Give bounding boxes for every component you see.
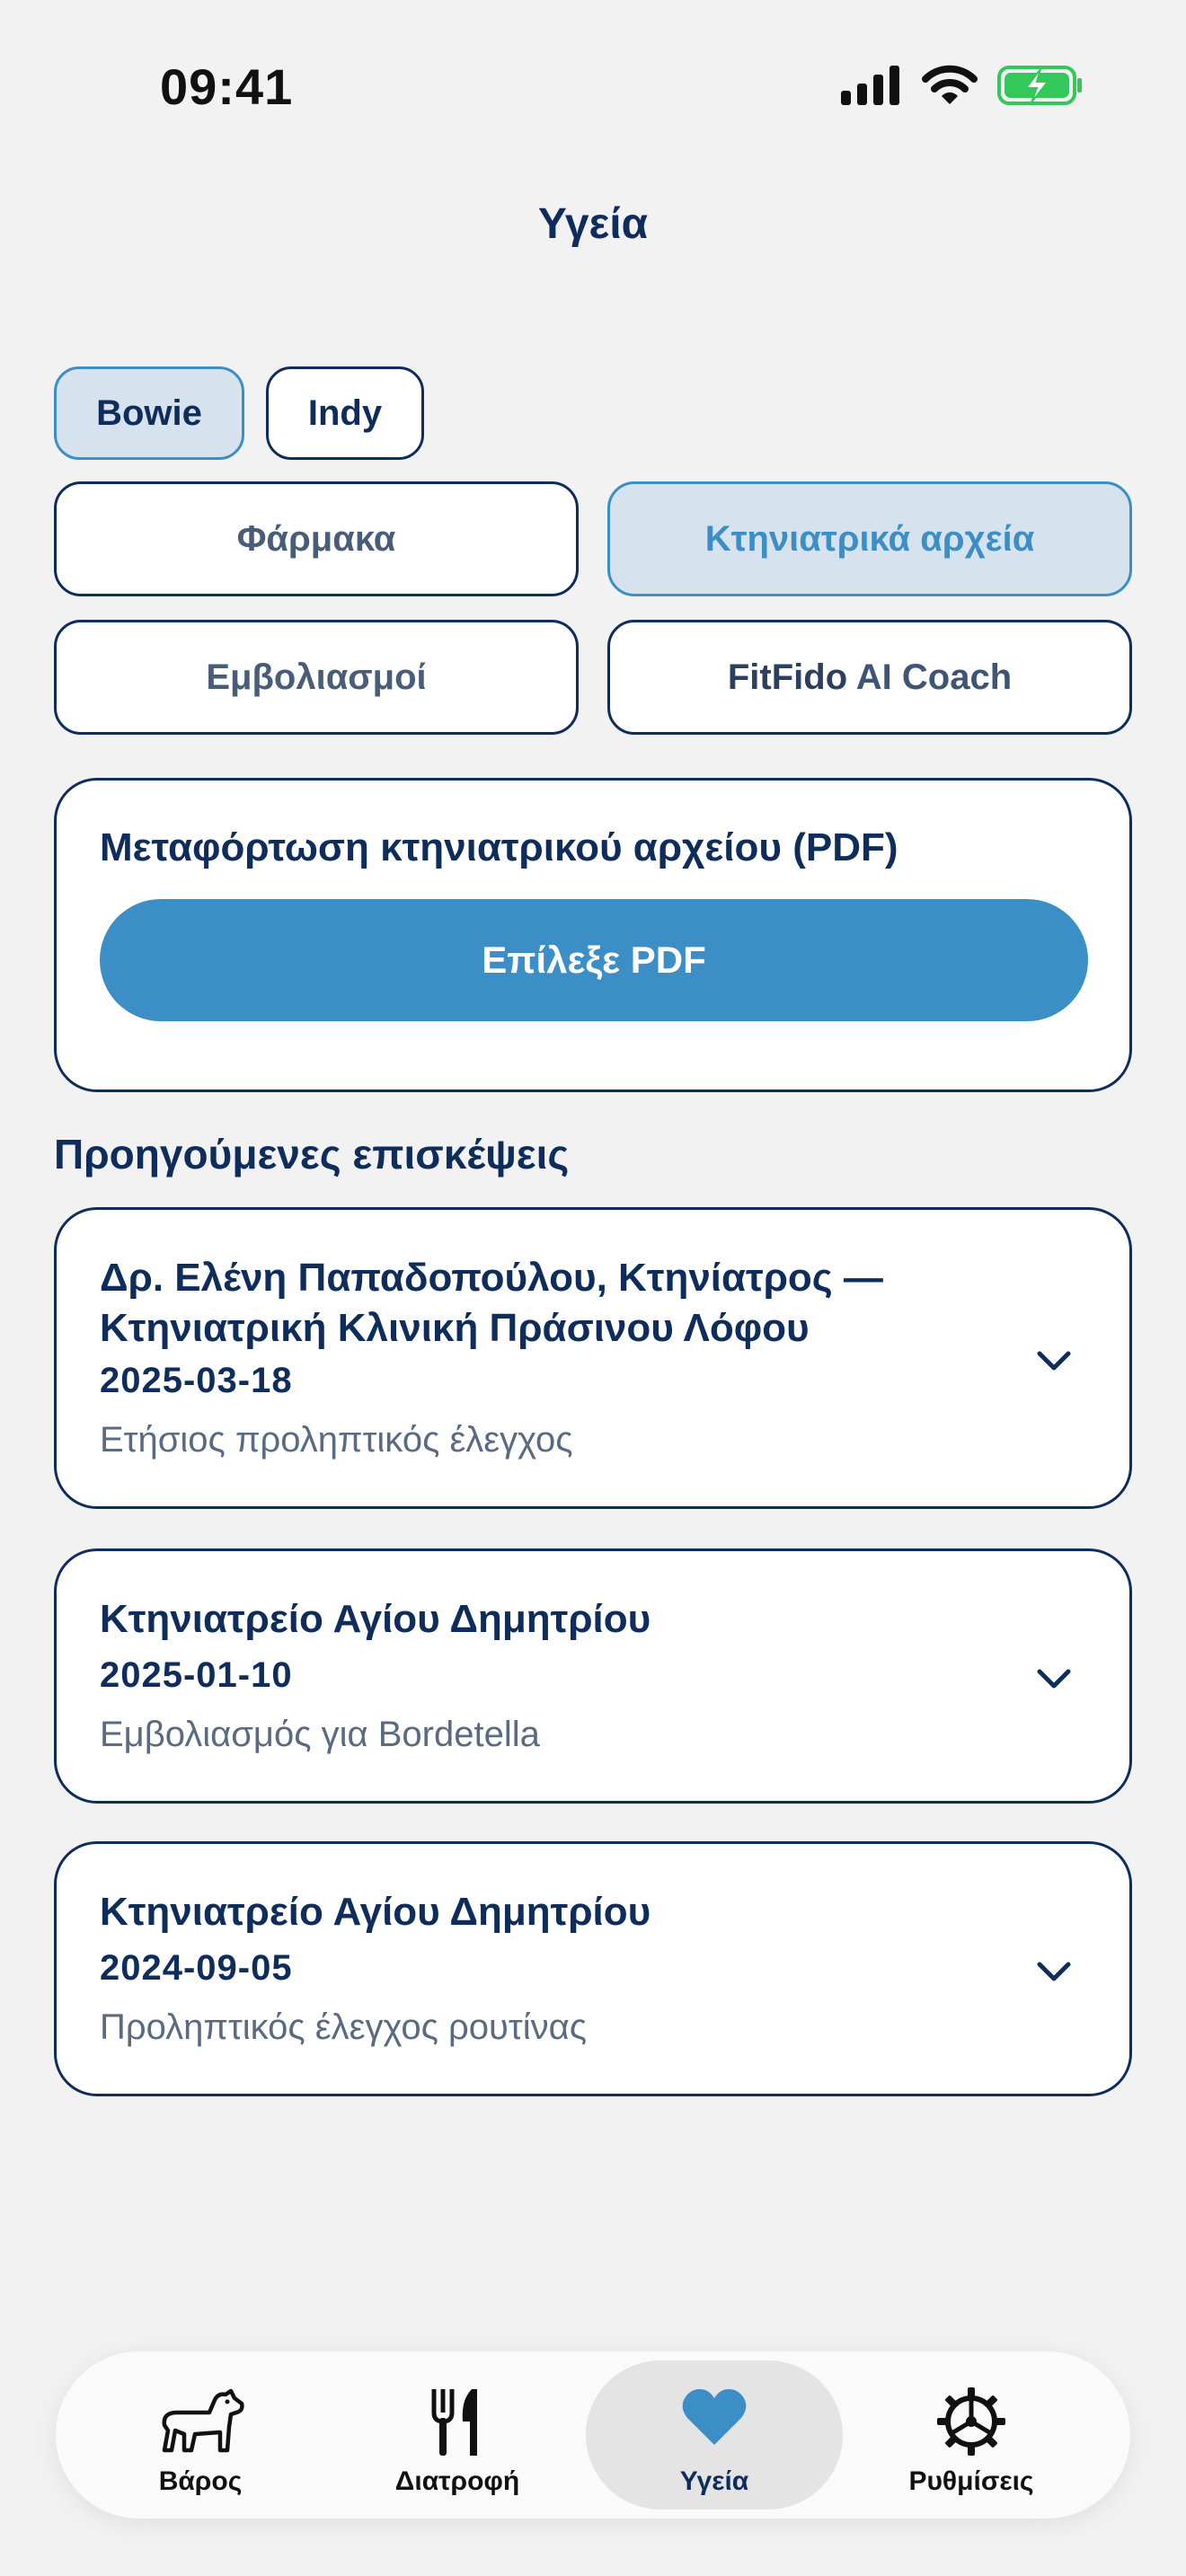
tab-vaccinations[interactable]: Εμβολιασμοί: [54, 620, 579, 735]
visit-clinic: Κτηνιατρείο Αγίου Δημητρίου: [100, 1890, 651, 1934]
choose-pdf-button[interactable]: Επίλεξε PDF: [100, 899, 1088, 1021]
visit-clinic: Δρ. Ελένη Παπαδοπούλου, Κτηνίατρος — Κτη…: [100, 1256, 883, 1350]
previous-visits-heading: Προηγούμενες επισκέψεις: [54, 1131, 570, 1178]
visit-date: 2024-09-05: [100, 1948, 293, 1988]
wifi-icon: [922, 65, 978, 104]
tab-label: Υγεία: [679, 2466, 749, 2496]
gear-icon: [937, 2387, 1005, 2456]
bottom-tab-bar: Βάρος Διατροφή Υγεία Ρυθμίσεις: [56, 2351, 1130, 2519]
fork-knife-icon: [431, 2389, 477, 2456]
heart-icon: [682, 2389, 747, 2445]
battery-charging-icon: [997, 66, 1082, 105]
visit-reason: Προληπτικός έλεγχος ρουτίνας: [100, 2007, 587, 2047]
chevron-down-icon[interactable]: [1032, 1339, 1075, 1382]
tab-nutrition[interactable]: Διατροφή: [329, 2360, 586, 2510]
visit-card[interactable]: Δρ. Ελένη Παπαδοπούλου, Κτηνίατρος — Κτη…: [54, 1207, 1132, 1509]
tab-label: Ρυθμίσεις: [908, 2466, 1034, 2496]
page-title: Υγεία: [537, 200, 649, 248]
status-time: 09:41: [160, 58, 294, 115]
chevron-down-icon[interactable]: [1032, 1950, 1075, 1993]
coach-suffix: AI Coach: [847, 657, 1013, 697]
tab-medications[interactable]: Φάρμακα: [54, 481, 579, 596]
coach-brand: FitFido: [727, 657, 848, 697]
pet-chip-bowie[interactable]: Bowie: [54, 366, 244, 460]
visit-reason: Ετήσιος προληπτικός έλεγχος: [100, 1420, 573, 1460]
visit-date: 2025-01-10: [100, 1655, 293, 1695]
upload-card: Μεταφόρτωση κτηνιατρικού αρχείου (PDF) Ε…: [54, 778, 1132, 1092]
visit-card[interactable]: Κτηνιατρείο Αγίου Δημητρίου 2024-09-05 Π…: [54, 1841, 1132, 2096]
tab-settings[interactable]: Ρυθμίσεις: [843, 2360, 1100, 2510]
status-bar: 09:41: [0, 0, 1186, 171]
visit-reason: Εμβολιασμός για Bordetella: [100, 1715, 540, 1754]
dog-icon: [162, 2388, 244, 2453]
tab-ai-coach[interactable]: FitFido AI Coach: [607, 620, 1132, 735]
tab-vet-records[interactable]: Κτηνιατρικά αρχεία: [607, 481, 1132, 596]
visit-card[interactable]: Κτηνιατρείο Αγίου Δημητρίου 2025-01-10 Ε…: [54, 1548, 1132, 1804]
pet-chip-indy[interactable]: Indy: [266, 366, 424, 460]
tab-label: Διατροφή: [394, 2466, 520, 2496]
visit-clinic: Κτηνιατρείο Αγίου Δημητρίου: [100, 1597, 651, 1641]
cellular-signal-icon: [841, 66, 899, 105]
status-icons: [839, 65, 1084, 106]
tab-label: Βάρος: [158, 2466, 243, 2496]
tab-health[interactable]: Υγεία: [586, 2360, 843, 2510]
upload-title: Μεταφόρτωση κτηνιατρικού αρχείου (PDF): [100, 825, 898, 869]
visit-date: 2025-03-18: [100, 1361, 293, 1400]
chevron-down-icon[interactable]: [1032, 1657, 1075, 1700]
tab-weight[interactable]: Βάρος: [72, 2360, 329, 2510]
